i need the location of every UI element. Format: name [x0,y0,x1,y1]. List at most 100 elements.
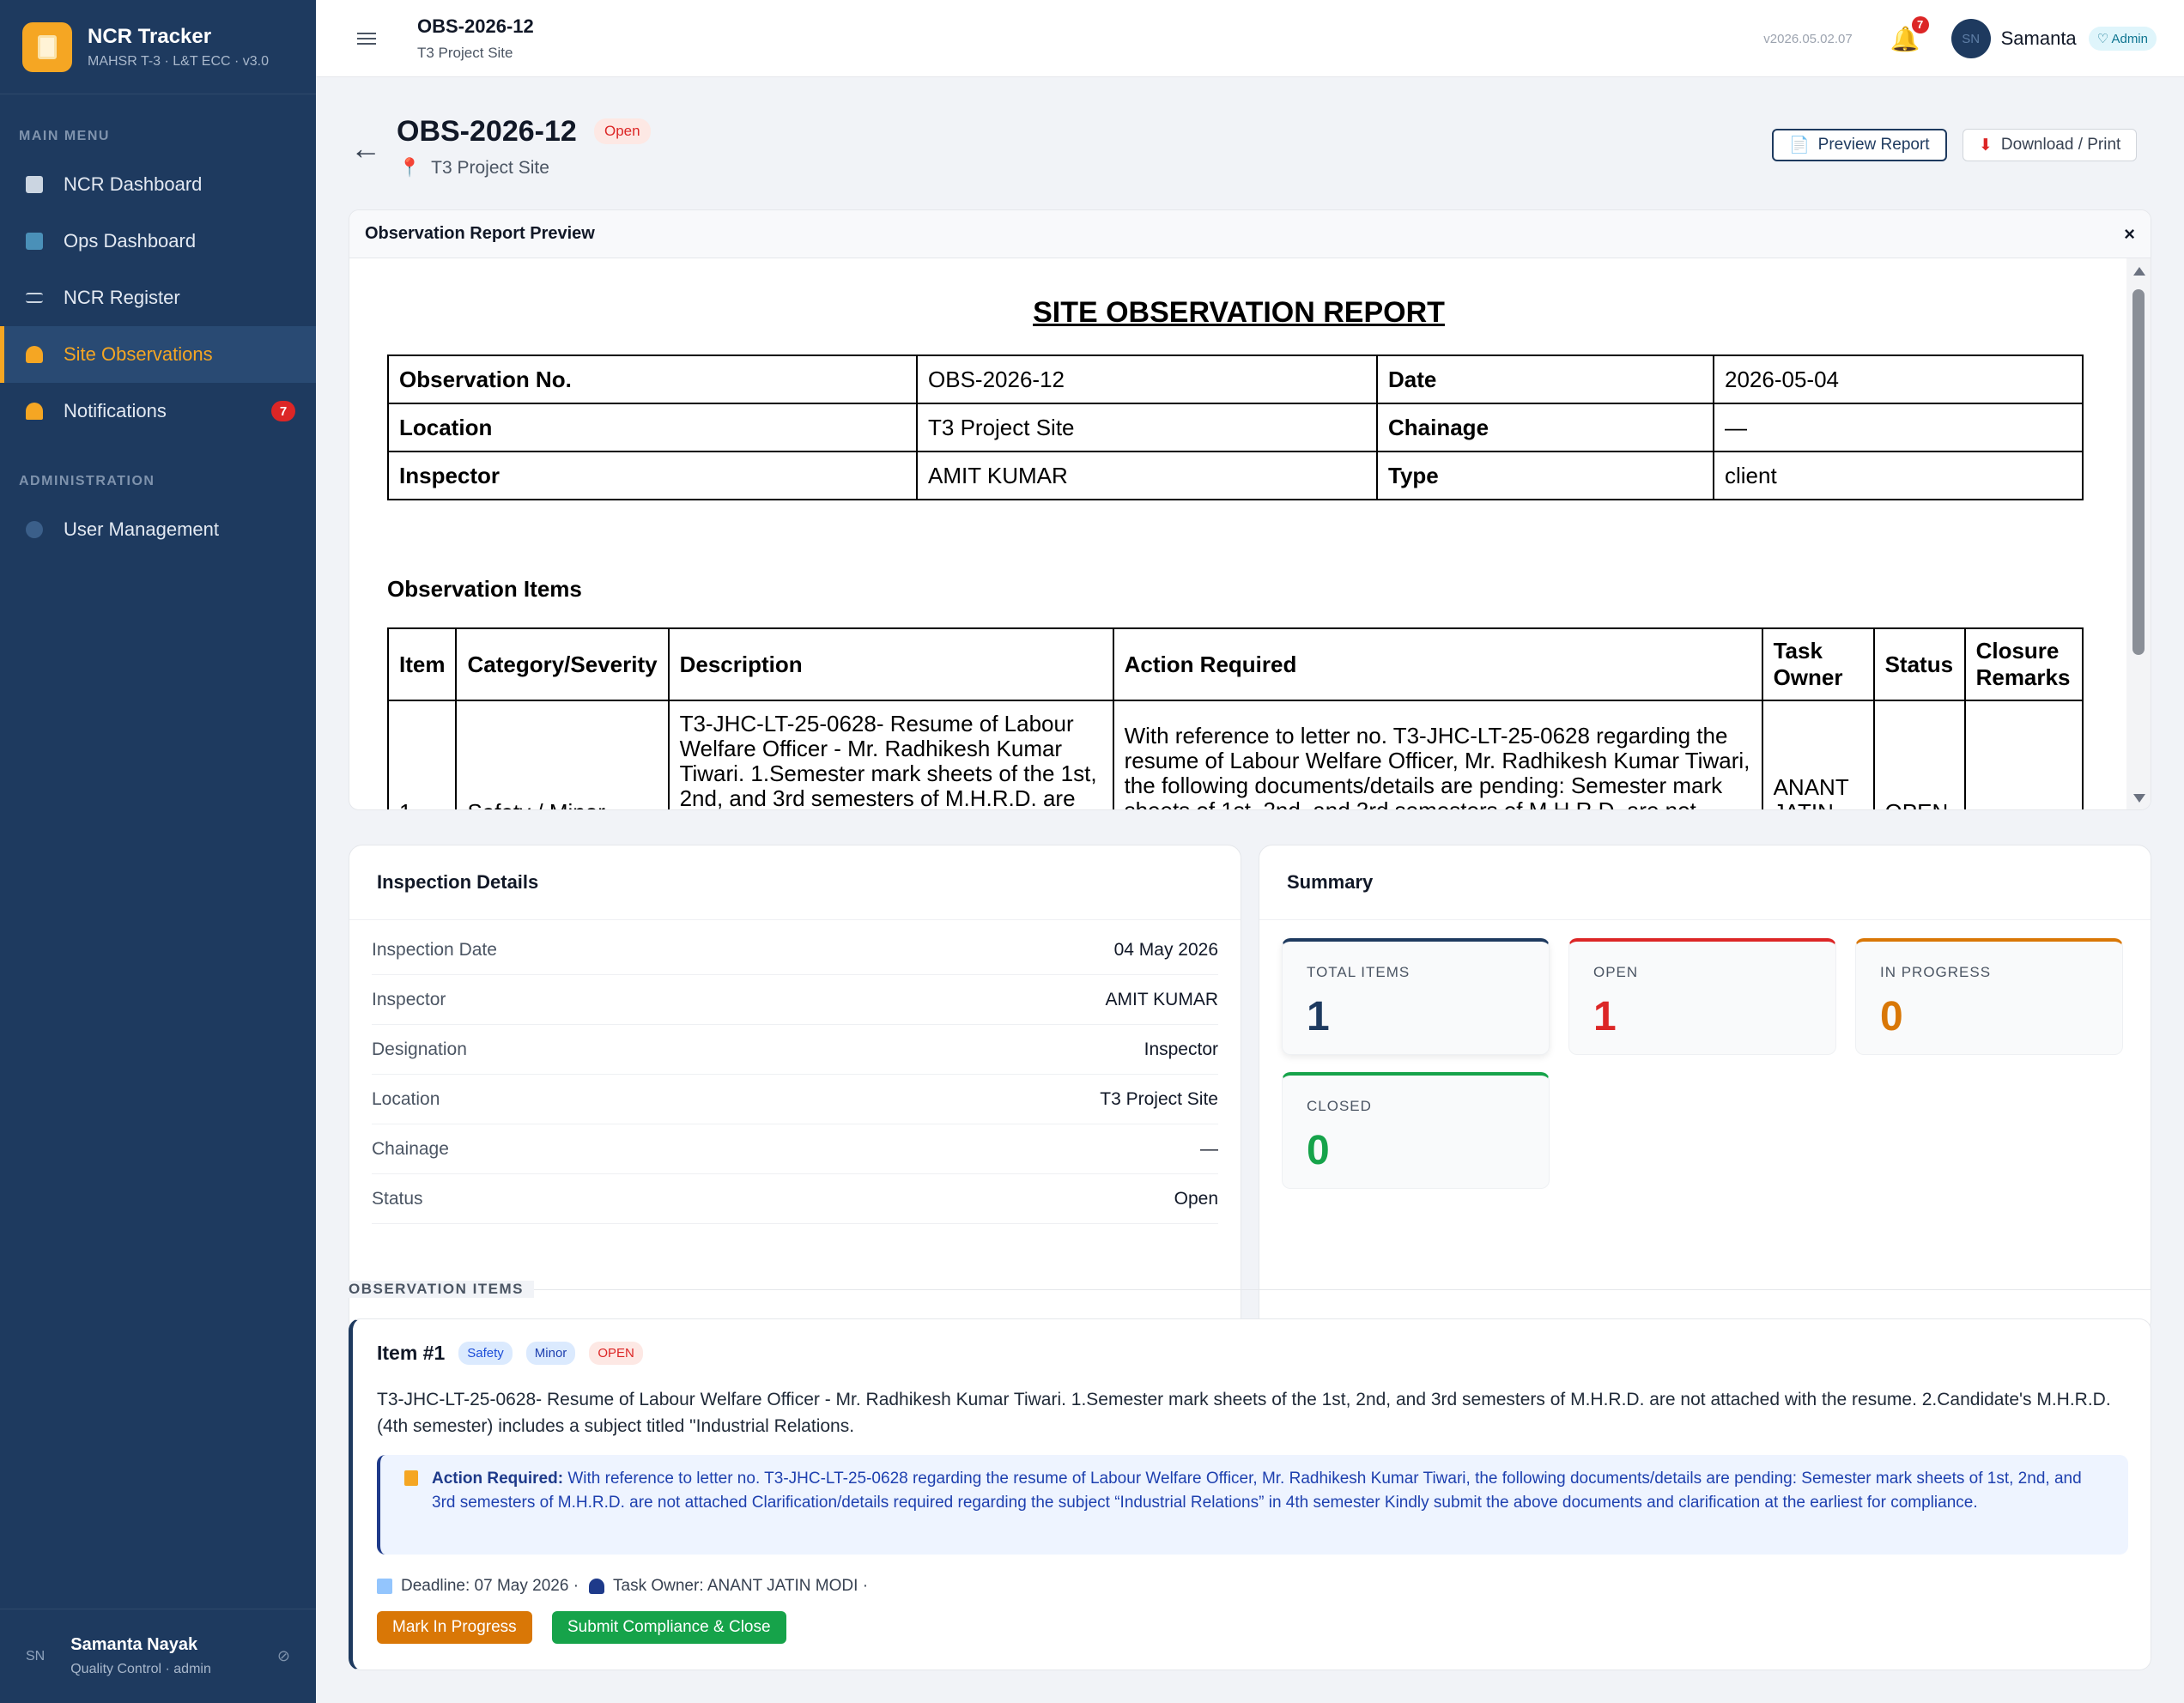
section-divider [349,1289,2151,1290]
sidebar-item-user-management[interactable]: User Management [0,501,316,558]
avatar[interactable]: SN [1950,19,1991,58]
action-label: Action Required: [432,1470,564,1488]
stat-closed: CLOSED 0 [1282,1072,1550,1189]
logout-icon[interactable]: ⊘ [277,1647,290,1665]
task-owner: Task Owner: ANANT JATIN MODI · [613,1577,869,1595]
brand: NCR Tracker MAHSR T-3 · L&T ECC · v3.0 [0,0,316,94]
back-arrow-icon[interactable]: ← [350,130,381,167]
items-heading: Observation Items [387,576,582,602]
cell-owner: ANANT JATIN MODI [1761,700,1875,809]
preview-scrollbar[interactable] [2126,258,2151,809]
app-logo-icon [22,21,72,72]
users-icon [26,521,43,538]
field-value: AMIT KUMAR [916,451,1378,500]
submit-compliance-button[interactable]: Submit Compliance & Close [552,1611,786,1644]
card-title: Summary [1259,845,2151,920]
calendar-icon [377,1579,392,1594]
scroll-up-icon[interactable] [2133,267,2145,276]
observation-item-card: Item #1 Safety Minor OPEN T3-JHC-LT-25-0… [349,1318,2151,1670]
stat-in-progress: IN PROGRESS 0 [1855,938,2123,1055]
person-icon [589,1579,605,1594]
cell-category: Safety / Minor [455,700,670,809]
page-title: OBS-2026-12 [417,15,534,37]
main-menu-label: MAIN MENU [19,129,110,143]
report-info-table: Observation No. OBS-2026-12 Date 2026-05… [387,355,2084,500]
administration-label: ADMINISTRATION [19,474,155,488]
sidebar-item-label: Notifications [64,400,167,421]
scroll-down-icon[interactable] [2133,794,2145,803]
user-name: Samanta [2000,27,2077,49]
column-header: Category/Severity [455,627,670,701]
item-title: Item #1 [377,1342,446,1364]
column-header: Item [386,627,458,701]
action-required-box: Action Required: With reference to lette… [377,1455,2128,1555]
user-name: Samanta Nayak [70,1635,198,1654]
column-header: Action Required [1112,627,1763,701]
list-icon [26,293,43,303]
item-meta: Deadline: 07 May 2026 · Task Owner: ANAN… [377,1577,868,1596]
main-content: ← OBS-2026-12 Open 📍 T3 Project Site 📄 Pre… [316,77,2184,1703]
sidebar-item-label: NCR Dashboard [64,173,203,195]
report-title: SITE OBSERVATION REPORT [1033,296,1445,329]
category-tag: Safety [458,1342,513,1365]
scroll-thumb[interactable] [2132,289,2145,655]
field-label: Inspector [387,451,918,500]
bell-icon [26,403,43,420]
download-print-button[interactable]: ⬇ Download / Print [1963,129,2138,161]
cell-status: OPEN [1872,700,1966,809]
mark-in-progress-button[interactable]: Mark In Progress [377,1611,532,1644]
field-value: client [1713,451,2084,500]
field-value: T3 Project Site [916,403,1378,452]
field-label: Date [1376,355,1714,404]
sidebar-user[interactable]: SN Samanta Nayak Quality Control · admin… [0,1609,316,1703]
preview-report-button[interactable]: 📄 Preview Report [1772,129,1947,161]
notification-badge: 7 [1911,15,1929,33]
card-title: Inspection Details [349,845,1241,920]
observation-location: 📍 T3 Project Site [398,158,549,178]
sidebar: NCR Tracker MAHSR T-3 · L&T ECC · v3.0 M… [0,0,316,1703]
user-role: Quality Control · admin [70,1662,211,1676]
detail-row: Status Open [372,1174,1218,1224]
detail-row: Inspection Date 04 May 2026 [372,925,1218,975]
worker-icon [26,346,43,363]
menu-toggle-icon[interactable] [357,29,376,48]
notifications-bell-icon[interactable]: 🔔 7 [1890,15,1929,53]
action-text: With reference to letter no. T3-JHC-LT-2… [432,1470,2082,1512]
detail-row: Location T3 Project Site [372,1075,1218,1124]
report-preview-panel: Observation Report Preview × SITE OBSERV… [349,209,2151,810]
topbar: OBS-2026-12 T3 Project Site v2026.05.02.… [316,0,2184,77]
observation-items-label: OBSERVATION ITEMS [349,1281,535,1298]
app-subtitle: MAHSR T-3 · L&T ECC · v3.0 [88,53,270,69]
sidebar-item-site-observations[interactable]: Site Observations [0,326,316,383]
report-items-table: Item Category/Severity Description Actio… [386,627,2084,809]
sidebar-item-label: User Management [64,518,219,540]
app-name: NCR Tracker [88,24,212,48]
stat-open: OPEN 1 [1568,938,1836,1055]
cell-action: With reference to letter no. T3-JHC-LT-2… [1112,700,1763,809]
document-icon: 📄 [1789,136,1810,155]
status-badge: Open [594,118,651,144]
field-value: — [1713,403,2084,452]
severity-tag: Minor [525,1342,576,1365]
close-icon[interactable]: × [2124,223,2135,245]
cell-remarks [1963,700,2084,809]
preview-title: Observation Report Preview [365,224,595,243]
field-value: OBS-2026-12 [916,355,1378,404]
column-header: Description [667,627,1114,701]
sidebar-item-ops-dashboard[interactable]: Ops Dashboard [0,213,316,270]
summary-card: Summary TOTAL ITEMS 1 OPEN 1 IN PROGRESS… [1259,845,2151,1334]
sidebar-item-label: NCR Register [64,287,180,308]
field-label: Chainage [1376,403,1714,452]
field-label: Observation No. [387,355,918,404]
sidebar-item-ncr-register[interactable]: NCR Register [0,270,316,326]
cell-description: T3-JHC-LT-25-0628- Resume of Labour Welf… [667,700,1114,809]
field-value: 2026-05-04 [1713,355,2084,404]
sidebar-item-ncr-dashboard[interactable]: NCR Dashboard [0,156,316,213]
avatar: SN [26,1648,46,1664]
grid-icon [26,176,43,193]
notification-count-badge: 7 [271,401,295,421]
sidebar-item-label: Site Observations [64,343,213,365]
sidebar-item-notifications[interactable]: Notifications 7 [0,383,316,439]
report-document: SITE OBSERVATION REPORT Observation No. … [349,258,2128,809]
location-pin-icon: 📍 [398,158,422,178]
